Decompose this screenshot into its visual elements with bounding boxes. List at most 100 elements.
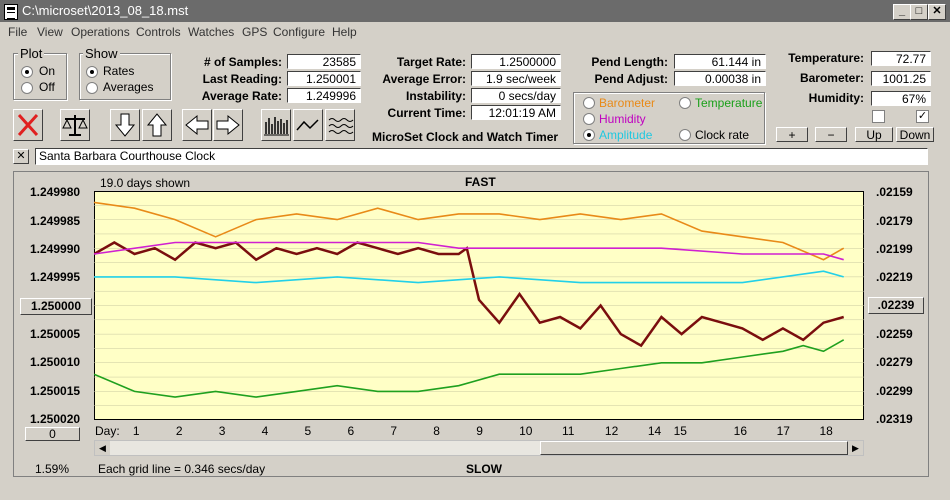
env-down-button[interactable]: Down (896, 127, 934, 142)
arrow-up-icon (146, 113, 168, 137)
env-plus-button[interactable]: + (776, 127, 808, 142)
overlay-amplitude-radio[interactable] (583, 129, 595, 141)
days-shown-label: 19.0 days shown (100, 176, 191, 190)
overlay-clock-rate-radio[interactable] (679, 129, 691, 141)
left-tick: 1.250015 (30, 384, 81, 398)
right-tick: .02159 (876, 185, 913, 199)
pend-length-value: 61.144 in (674, 54, 766, 69)
line-chart-icon (296, 119, 319, 131)
show-averages-radio[interactable] (86, 82, 98, 94)
menu-help[interactable]: Help (332, 25, 357, 39)
maximize-button[interactable]: □ (910, 4, 928, 20)
menu-file[interactable]: File (8, 25, 27, 39)
show-rates-radio[interactable] (86, 66, 98, 78)
last-reading-value: 1.250001 (287, 71, 361, 86)
balance-button[interactable] (60, 109, 90, 141)
bar-chart-icon (264, 117, 289, 136)
left-tick: 1.249990 (30, 242, 81, 256)
right-tick: .02219 (876, 270, 913, 284)
menu-bar: File View Operations Controls Watches GP… (0, 22, 950, 42)
day-label: 4 (261, 424, 269, 438)
pend-adjust-label: Pend Adjust: (594, 72, 668, 86)
day-label: 2 (175, 424, 183, 438)
day-label: 11 (562, 424, 575, 438)
right-tick: .02259 (876, 327, 913, 341)
overlay-barometer-radio[interactable] (583, 97, 595, 109)
rate-plot[interactable] (94, 191, 864, 420)
arrow-right-icon (216, 114, 240, 136)
day-label: 3 (218, 424, 226, 438)
x-icon (17, 113, 39, 137)
overlay-humidity-radio[interactable] (583, 113, 595, 125)
right-tick: .02319 (876, 412, 913, 426)
left-arrow-button[interactable] (182, 109, 212, 141)
overlay-temperature-radio[interactable] (679, 97, 691, 109)
scroll-right-button[interactable]: ▶ (848, 441, 863, 455)
last-reading-label: Last Reading: (202, 72, 282, 86)
right-tick: .02279 (876, 355, 913, 369)
scroll-left-button[interactable]: ◀ (95, 441, 110, 455)
wave-lines-icon (328, 118, 354, 134)
overlay-clock-rate-label: Clock rate (695, 128, 750, 142)
down-arrow-button[interactable] (110, 109, 140, 141)
day-label: 14 (647, 424, 662, 438)
samples-label: # of Samples: (203, 55, 282, 69)
up-arrow-button[interactable] (142, 109, 172, 141)
plot-off-radio[interactable] (21, 82, 33, 94)
close-window-button[interactable]: ✕ (928, 4, 946, 20)
day-label: 12 (604, 424, 619, 438)
right-tick: .02299 (876, 384, 913, 398)
menu-controls[interactable]: Controls (136, 25, 181, 39)
average-error-value: 1.9 sec/week (471, 71, 561, 86)
current-time-label: Current Time: (387, 106, 466, 120)
wave-plot-button[interactable] (325, 109, 355, 141)
clock-name-field[interactable]: Santa Barbara Courthouse Clock (35, 148, 928, 165)
samples-value: 23585 (287, 54, 361, 69)
line-plot-button[interactable] (293, 109, 323, 141)
day-label: 9 (476, 424, 483, 438)
horizontal-scrollbar[interactable]: ◀ ▶ (94, 440, 864, 456)
app-caption: MicroSet Clock and Watch Timer (372, 130, 559, 144)
overlay-amplitude-label: Amplitude (599, 128, 653, 142)
overlay-barometer-label: Barometer (599, 96, 656, 110)
day-label: 8 (433, 424, 440, 438)
left-tick: 1.249985 (30, 214, 81, 228)
minimize-button[interactable]: _ (893, 4, 911, 20)
scrollbar-thumb[interactable] (540, 441, 848, 455)
plot-on-label: On (39, 64, 56, 78)
env-minus-button[interactable]: − (815, 127, 847, 142)
delete-button[interactable] (13, 109, 43, 141)
pend-adjust-value: 0.00038 in (674, 71, 766, 86)
slow-label: SLOW (466, 462, 502, 476)
show-group-title: Show (83, 46, 120, 61)
env-checkbox-1[interactable] (872, 110, 885, 123)
center-value-button[interactable]: 1.250000 (20, 298, 92, 315)
left-tick: 1.250010 (30, 355, 81, 369)
env-checkbox-2[interactable]: ✓ (916, 110, 929, 123)
day-label: 18 (819, 424, 833, 438)
humidity-value: 67% (871, 91, 931, 106)
left-offset-button[interactable]: 0 (25, 427, 80, 441)
day-label: 17 (776, 424, 790, 438)
window-title: C:\microset\2013_08_18.mst (22, 3, 189, 18)
menu-gps[interactable]: GPS (242, 25, 267, 39)
env-up-button[interactable]: Up (855, 127, 893, 142)
temperature-value: 72.77 (871, 51, 931, 66)
menu-configure[interactable]: Configure (273, 25, 325, 39)
plot-group-title: Plot (18, 46, 45, 61)
clear-clock-button[interactable]: ✕ (13, 149, 29, 164)
right-arrow-button[interactable] (213, 109, 243, 141)
average-rate-value: 1.249996 (287, 88, 361, 103)
overlay-humidity-label: Humidity (599, 112, 646, 126)
menu-operations[interactable]: Operations (71, 25, 130, 39)
right-center-button[interactable]: .02239 (868, 297, 924, 314)
temperature-label: Temperature: (788, 51, 864, 65)
arrow-left-icon (185, 114, 209, 136)
bar-plot-button[interactable] (261, 109, 291, 141)
day-label: 7 (390, 424, 398, 438)
title-bar: C:\microset\2013_08_18.mst _ □ ✕ (0, 0, 950, 22)
left-tick: 1.250020 (30, 412, 81, 426)
menu-view[interactable]: View (37, 25, 63, 39)
menu-watches[interactable]: Watches (188, 25, 234, 39)
plot-on-radio[interactable] (21, 66, 33, 78)
